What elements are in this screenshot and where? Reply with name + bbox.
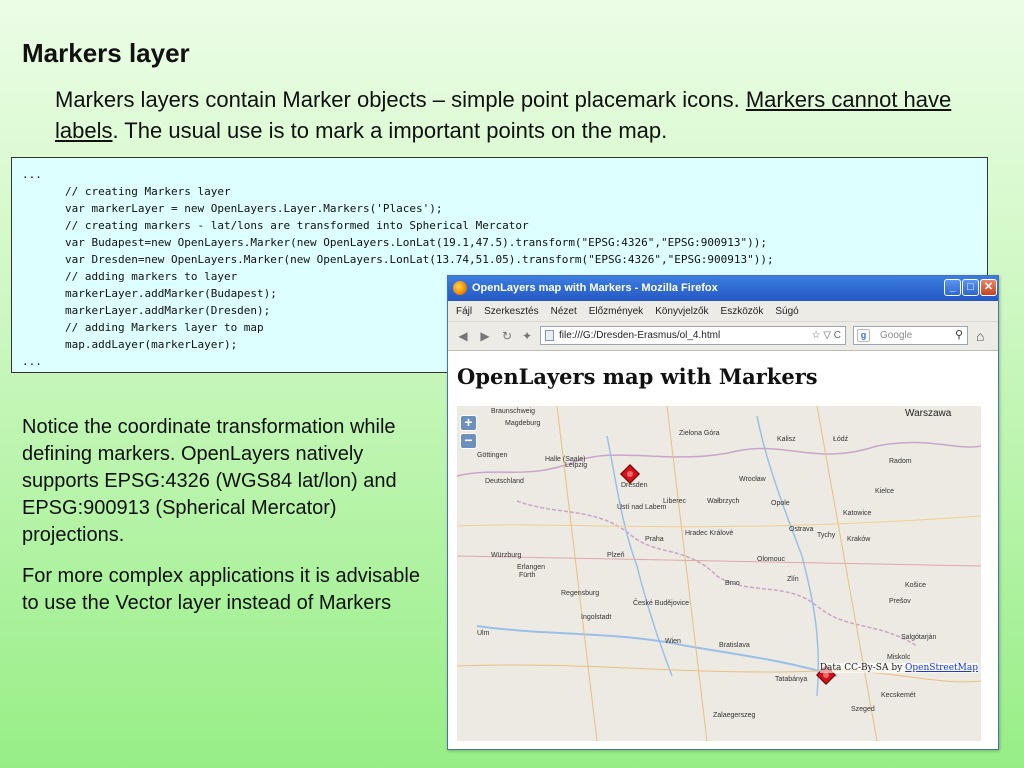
city-label: Prešov — [889, 598, 911, 605]
attribution-text: Data CC-By-SA by — [819, 663, 906, 673]
notes: Notice the coordinate transformation whi… — [22, 414, 422, 631]
search-placeholder: Google — [880, 330, 913, 341]
maximize-button: □ — [962, 279, 979, 296]
city-label: Košice — [905, 582, 927, 589]
city-label: Bratislava — [719, 642, 750, 649]
forward-arrow-icon: ▶ — [480, 329, 490, 343]
menu-item: Előzmények — [588, 305, 644, 317]
menu-item: Súgó — [775, 305, 799, 317]
reload-icon: ↻ — [501, 329, 513, 343]
code-line: var Budapest=new OpenLayers.Marker(new O… — [65, 236, 767, 249]
note-vector-layer: For more complex applications it is advi… — [22, 565, 420, 614]
city-label: Kecskemét — [881, 692, 916, 699]
browser-window-screenshot: OpenLayers map with Markers - Mozilla Fi… — [447, 275, 999, 750]
city-label: Miskolc — [887, 654, 911, 661]
city-label: Łódź — [833, 436, 849, 443]
menu-item: Szerkesztés — [484, 305, 539, 317]
browser-navbar: ◀ ▶ ↻ ✦ file:///G:/Dresden-Erasmus/ol_4.… — [448, 322, 998, 351]
city-label: České Budějovice — [633, 600, 690, 607]
city-label: Kalisz — [777, 436, 796, 443]
code-line: var Dresden=new OpenLayers.Marker(new Op… — [65, 253, 774, 266]
openstreetmap-link: OpenStreetMap — [905, 663, 978, 673]
page-heading: OpenLayers map with Markers — [457, 364, 818, 389]
menu-item: Fájl — [456, 305, 473, 317]
city-label: Radom — [889, 458, 912, 465]
code-line: // creating Markers layer — [65, 185, 231, 198]
note-coordinate-transformation: Notice the coordinate transformation whi… — [22, 416, 397, 546]
address-url: file:///G:/Dresden-Erasmus/ol_4.html — [559, 330, 721, 341]
city-label: Leipzig — [565, 462, 588, 469]
search-box: g Google ⚲ — [853, 326, 968, 345]
intro-paragraph: Markers layers contain Marker objects – … — [55, 84, 975, 146]
city-label: Regensburg — [561, 590, 600, 597]
city-label: Tychy — [817, 532, 836, 539]
city-label: Ostrava — [789, 526, 814, 533]
browser-window-title: OpenLayers map with Markers - Mozilla Fi… — [472, 282, 718, 294]
city-label: Warszawa — [905, 408, 952, 419]
city-label: Braunschweig — [491, 408, 535, 415]
map-base-layer — [457, 406, 981, 741]
minimize-button: _ — [944, 279, 961, 296]
menu-item: Nézet — [550, 305, 577, 317]
city-label: Tatabánya — [775, 676, 808, 683]
city-label: Magdeburg — [505, 420, 541, 427]
city-label: Erlangen — [517, 564, 546, 571]
browser-titlebar: OpenLayers map with Markers - Mozilla Fi… — [448, 276, 998, 301]
city-label: Szeged — [851, 706, 875, 713]
address-bar: file:///G:/Dresden-Erasmus/ol_4.html ☆ ▽… — [540, 326, 846, 345]
firefox-icon — [453, 281, 467, 295]
city-label: Dresden — [621, 482, 648, 489]
zoom-out-button: − — [460, 433, 477, 449]
city-label: Plzeň — [607, 552, 625, 559]
code-line: ... — [22, 168, 42, 181]
code-line: // creating markers - lat/lons are trans… — [65, 219, 529, 232]
address-bar-controls: ☆ ▽ C — [811, 330, 841, 341]
city-label: Kielce — [875, 488, 895, 495]
search-icon: ⚲ — [954, 329, 963, 341]
google-logo-icon: g — [857, 329, 870, 342]
city-label: Wien — [665, 638, 681, 645]
city-label: Opole — [771, 500, 790, 507]
code-line: var markerLayer = new OpenLayers.Layer.M… — [65, 202, 443, 215]
city-label: Wrocław — [739, 476, 766, 483]
city-label: Olomouc — [757, 556, 786, 563]
menu-item: Eszközök — [720, 305, 764, 317]
city-label: Brno — [725, 580, 740, 587]
browser-menubar: Fájl Szerkesztés Nézet Előzmények Könyvjelző… — [448, 301, 998, 322]
close-button: ✕ — [980, 279, 997, 296]
city-label: Deutschland — [485, 478, 524, 485]
map-attribution: Data CC-By-SA by OpenStreetMap — [819, 663, 978, 673]
city-label: Katowice — [843, 510, 872, 517]
city-label: Zalaegerszeg — [713, 712, 756, 719]
home-icon: ⌂ — [976, 328, 985, 344]
intro-text: Markers layers contain Marker objects – … — [55, 87, 746, 112]
slide-title: Markers layer — [22, 38, 190, 68]
zoom-in-button: + — [460, 415, 477, 431]
stop-icon: ✦ — [521, 329, 533, 343]
intro-text-end: . The usual use is to mark a important p… — [112, 118, 668, 143]
city-label: Ulm — [477, 630, 490, 637]
city-label: Liberec — [663, 498, 686, 505]
city-label: Praha — [645, 536, 664, 543]
city-label: Salgótarján — [901, 634, 937, 641]
city-label: Ingolstadt — [581, 614, 612, 621]
city-label: Kraków — [847, 536, 871, 543]
menu-item: Könyvjelzők — [655, 305, 709, 317]
city-label: Göttingen — [477, 452, 508, 459]
city-label: Wałbrzych — [707, 498, 740, 505]
back-arrow-icon: ◀ — [458, 329, 468, 343]
city-label: Hradec Králové — [685, 530, 734, 537]
city-label: Fürth — [519, 572, 536, 579]
page-icon — [545, 330, 554, 341]
map-view: + − Braunschweig Magdeburg Zielona Góra War… — [457, 406, 981, 741]
city-label: Zielona Góra — [679, 430, 720, 437]
city-label: Ústí nad Labem — [617, 504, 667, 511]
city-label: Würzburg — [491, 552, 522, 559]
city-label: Zlín — [787, 576, 799, 583]
